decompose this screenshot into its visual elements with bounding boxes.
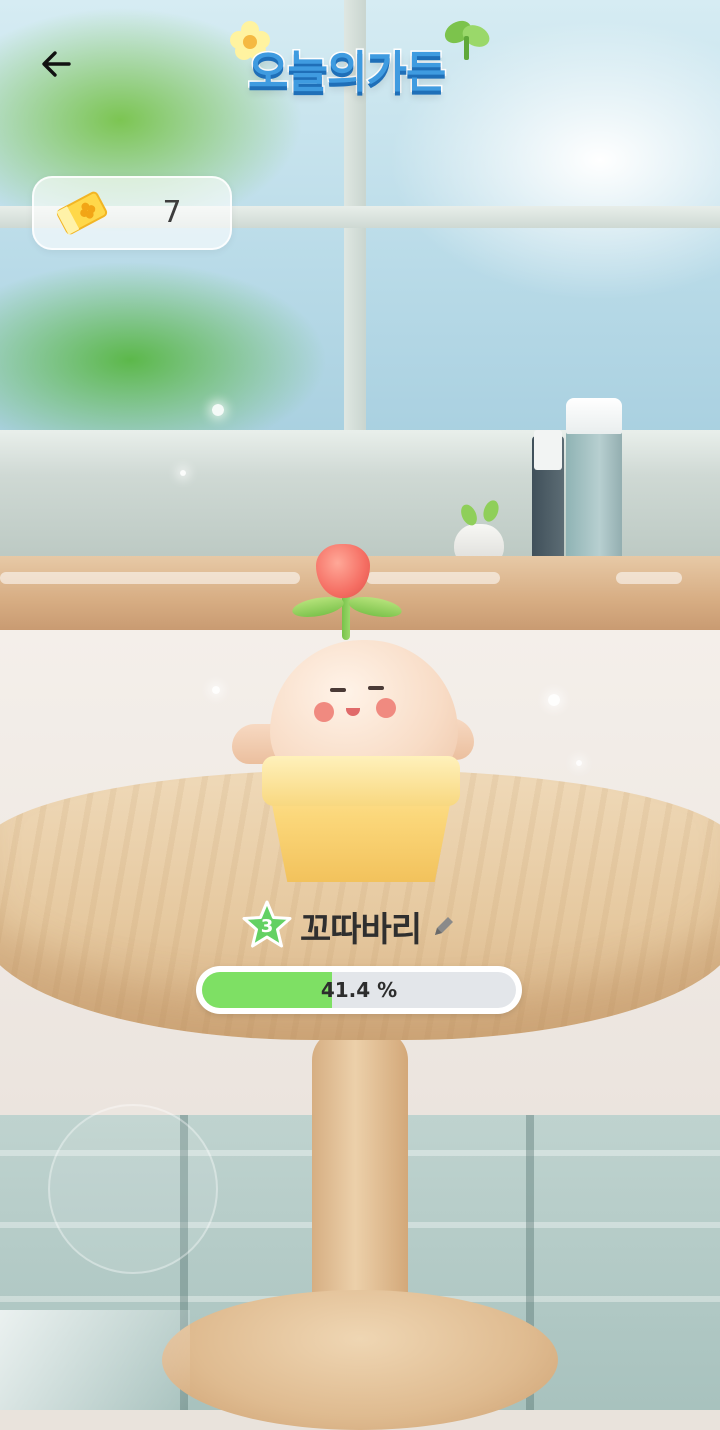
character-cheek-left xyxy=(314,702,334,722)
ticket-counter[interactable]: 7 xyxy=(32,176,232,250)
clover-ticket-icon xyxy=(56,191,108,235)
character-eye-left xyxy=(330,688,346,692)
level-number: 3 xyxy=(260,916,274,937)
shelf-highlight xyxy=(616,572,682,584)
sparkle xyxy=(576,760,582,766)
flower-pot-rim xyxy=(262,756,460,806)
plant-name: 꼬따바리 xyxy=(300,909,422,950)
level-badge: 3 xyxy=(240,899,294,953)
arrow-left-icon xyxy=(42,51,71,77)
plant-name-row: 3 꼬따바리 xyxy=(240,896,500,956)
ticket-count: 7 xyxy=(162,195,182,230)
logo-text: 오늘의가든 xyxy=(246,46,447,100)
app-logo: 오늘의가든 xyxy=(226,10,496,106)
character-cheek-right xyxy=(376,698,396,718)
progress-track: 41.4 % xyxy=(202,972,516,1008)
pencil-icon[interactable] xyxy=(431,913,457,939)
sparkle xyxy=(212,686,220,694)
sparkle xyxy=(212,404,224,416)
sparkle xyxy=(180,470,186,476)
character-eye-right xyxy=(368,686,384,690)
sprout-icon xyxy=(444,20,490,60)
progress-label: 41.4 % xyxy=(320,978,398,1002)
light-bokeh xyxy=(48,1104,218,1274)
sunlight-patch xyxy=(0,1310,190,1410)
book-pages xyxy=(534,430,562,470)
bottle-cap xyxy=(566,398,622,434)
table-base xyxy=(162,1290,558,1430)
shelf-highlight xyxy=(0,572,300,584)
table-stem xyxy=(312,1030,408,1330)
sparkle xyxy=(548,694,560,706)
back-button[interactable] xyxy=(34,42,78,86)
shelf-highlight xyxy=(366,572,500,584)
growth-progress-bar: 41.4 % xyxy=(196,966,522,1014)
